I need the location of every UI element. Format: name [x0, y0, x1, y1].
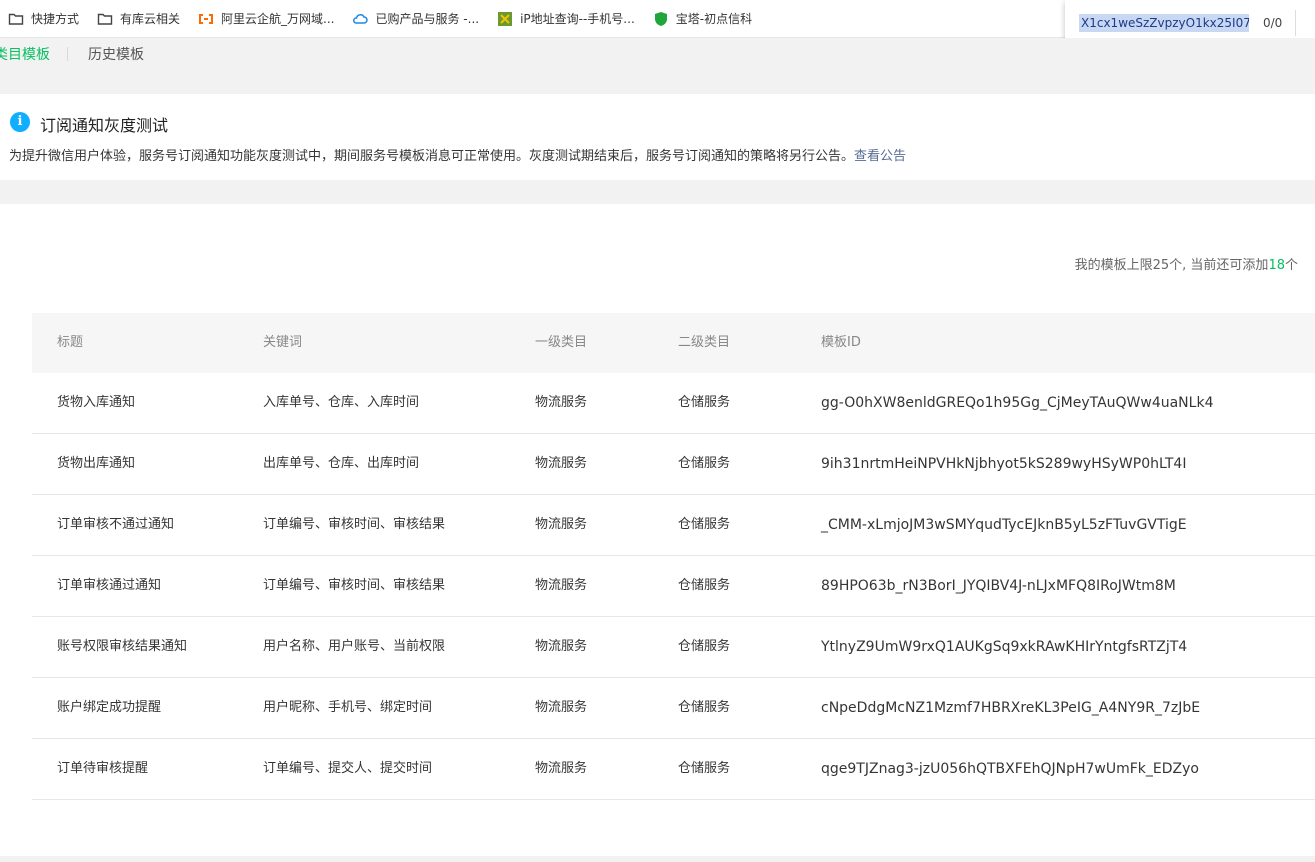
bottom-strip	[0, 856, 1315, 862]
row-title: 货物出库通知	[57, 456, 136, 471]
bookmark-youku-cloud[interactable]: 有库云相关	[97, 10, 180, 27]
quota-remaining: 18	[1268, 258, 1285, 273]
bookmark-shortcuts[interactable]: 快捷方式	[8, 10, 79, 27]
row-level1: 物流服务	[535, 700, 588, 715]
table-row: 订单审核不通过通知 订单编号、审核时间、审核结果 物流服务 仓储服务 _CMM-…	[32, 495, 1315, 556]
notice-text: 为提升微信用户体验，服务号订阅通知功能灰度测试中，期间服务号模板消息可正常使用。…	[9, 145, 906, 164]
bookmark-aliyun[interactable]: 阿里云企航_万网域...	[198, 10, 334, 27]
row-template-id: 9ih31nrtmHeiNPVHkNjbhyot5kS289wyHSyWP0hL…	[821, 456, 1187, 472]
quota-prefix: 我的模板上限25个, 当前还可添加	[1074, 258, 1269, 273]
table-header: 标题 关键词 一级类目 二级类目 模板ID	[32, 313, 1315, 373]
row-level2: 仓储服务	[678, 456, 731, 471]
find-match-count: 0/0	[1263, 16, 1283, 30]
template-table: 标题 关键词 一级类目 二级类目 模板ID 货物入库通知 入库单号、仓库、入库时…	[32, 313, 1315, 800]
info-icon: i	[10, 112, 30, 132]
bookmark-ip-lookup[interactable]: iP地址查询--手机号...	[497, 10, 635, 27]
find-input[interactable]: X1cx1weSzZvpzyO1kx25I078	[1079, 14, 1249, 32]
row-level2: 仓储服务	[678, 578, 731, 593]
row-template-id: gg-O0hXW8enldGREQo1h95Gg_CjMeyTAuQWw4uaN…	[821, 395, 1214, 411]
notice-title: 订阅通知灰度测试	[40, 116, 169, 135]
row-title: 订单审核不通过通知	[57, 517, 175, 532]
row-level2: 仓储服务	[678, 761, 731, 776]
table-row: 货物出库通知 出库单号、仓库、出库时间 物流服务 仓储服务 9ih31nrtmH…	[32, 434, 1315, 495]
row-title: 货物入库通知	[57, 395, 136, 410]
row-level1: 物流服务	[535, 456, 588, 471]
header-level2: 二级类目	[678, 335, 731, 350]
table-row: 账号权限审核结果通知 用户名称、用户账号、当前权限 物流服务 仓储服务 Ytln…	[32, 617, 1315, 678]
template-tabs: 类目模板 历史模板	[0, 38, 1315, 94]
row-level1: 物流服务	[535, 761, 588, 776]
table-row: 账户绑定成功提醒 用户昵称、手机号、绑定时间 物流服务 仓储服务 cNpeDdg…	[32, 678, 1315, 739]
row-level2: 仓储服务	[678, 639, 731, 654]
row-keywords: 订单编号、审核时间、审核结果	[263, 578, 446, 593]
header-level1: 一级类目	[535, 335, 588, 350]
row-title: 账号权限审核结果通知	[57, 639, 188, 654]
row-template-id: _CMM-xLmjoJM3wSMYqudTycEJknB5yL5zFTuvGVT…	[821, 517, 1187, 533]
row-level2: 仓储服务	[678, 517, 731, 532]
tab-history-templates[interactable]: 历史模板	[88, 44, 144, 64]
row-title: 订单待审核提醒	[57, 761, 149, 776]
row-keywords: 订单编号、提交人、提交时间	[263, 761, 433, 776]
bookmark-label: 有库云相关	[120, 12, 181, 26]
row-level1: 物流服务	[535, 517, 588, 532]
bookmark-label: iP地址查询--手机号...	[520, 12, 635, 26]
shield-icon	[653, 11, 669, 27]
row-keywords: 入库单号、仓库、入库时间	[263, 395, 420, 410]
row-keywords: 订单编号、审核时间、审核结果	[263, 517, 446, 532]
bookmark-label: 宝塔-初点信科	[675, 12, 753, 26]
tab-category-templates[interactable]: 类目模板	[0, 44, 50, 64]
row-title: 账户绑定成功提醒	[57, 700, 162, 715]
find-divider	[1295, 10, 1296, 36]
table-row: 货物入库通知 入库单号、仓库、入库时间 物流服务 仓储服务 gg-O0hXW8e…	[32, 373, 1315, 434]
table-row: 订单待审核提醒 订单编号、提交人、提交时间 物流服务 仓储服务 qge9TJZn…	[32, 739, 1315, 800]
row-template-id: qge9TJZnag3-jzU056hQTBXFEhQJNpH7wUmFk_ED…	[821, 761, 1199, 777]
section-gap	[0, 180, 1315, 204]
row-template-id: 89HPO63b_rN3BorI_JYQIBV4J-nLJxMFQ8IRoJWt…	[821, 578, 1176, 594]
row-level2: 仓储服务	[678, 700, 731, 715]
header-title: 标题	[57, 335, 84, 350]
row-keywords: 出库单号、仓库、出库时间	[263, 456, 420, 471]
header-keywords: 关键词	[263, 335, 303, 350]
row-level1: 物流服务	[535, 578, 588, 593]
bookmark-purchased[interactable]: 已购产品与服务 -...	[352, 10, 479, 27]
view-announcement-link[interactable]: 查看公告	[854, 149, 906, 164]
folder-icon	[8, 11, 24, 27]
row-title: 订单审核通过通知	[57, 578, 162, 593]
row-template-id: YtlnyZ9UmW9rxQ1AUKgSq9xkRAwKHIrYntgfsRTZ…	[821, 639, 1188, 655]
bookmark-label: 已购产品与服务 -...	[375, 12, 480, 26]
row-template-id: cNpeDdgMcNZ1Mzmf7HBRXreKL3PeIG_A4NY9R_7z…	[821, 700, 1201, 716]
notice-body: 为提升微信用户体验，服务号订阅通知功能灰度测试中，期间服务号模板消息可正常使用。…	[9, 149, 855, 164]
row-level1: 物流服务	[535, 395, 588, 410]
row-level2: 仓储服务	[678, 395, 731, 410]
row-level1: 物流服务	[535, 639, 588, 654]
bookmark-label: 快捷方式	[31, 12, 80, 26]
cloud-icon	[352, 11, 369, 27]
row-keywords: 用户昵称、手机号、绑定时间	[263, 700, 433, 715]
header-template-id: 模板ID	[821, 335, 861, 350]
bookmark-label: 阿里云企航_万网域...	[221, 12, 335, 26]
row-keywords: 用户名称、用户账号、当前权限	[263, 639, 446, 654]
folder-icon	[97, 11, 113, 27]
bookmark-baota[interactable]: 宝塔-初点信科	[653, 10, 752, 27]
table-row: 订单审核通过通知 订单编号、审核时间、审核结果 物流服务 仓储服务 89HPO6…	[32, 556, 1315, 617]
tab-divider	[67, 47, 68, 61]
notice-panel: i 订阅通知灰度测试 为提升微信用户体验，服务号订阅通知功能灰度测试中，期间服务…	[0, 94, 1315, 180]
quota-suffix: 个	[1284, 258, 1298, 273]
template-quota: 我的模板上限25个, 当前还可添加18个	[1075, 254, 1298, 273]
ip-icon	[497, 11, 513, 27]
aliyun-icon	[198, 11, 214, 27]
